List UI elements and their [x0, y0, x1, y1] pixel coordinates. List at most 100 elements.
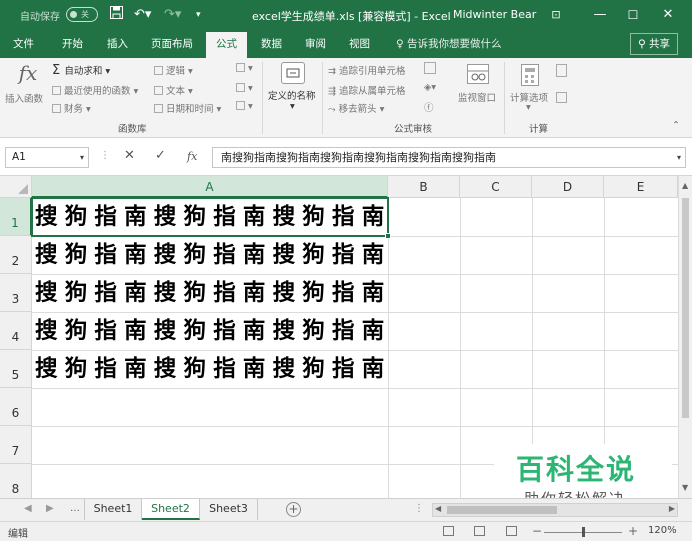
formula-input[interactable]: 南搜狗指南搜狗指南搜狗指南搜狗指南搜狗指南搜狗指南 ▾: [212, 147, 686, 168]
column-header-b[interactable]: B: [388, 176, 460, 198]
chevron-down-icon: ▾: [376, 104, 385, 115]
evaluate-formula-icon[interactable]: ⓕ: [424, 100, 434, 114]
error-checking-icon[interactable]: ◈▾: [424, 82, 436, 93]
cell-a4[interactable]: 搜狗指南搜狗指南搜狗指南: [32, 312, 388, 350]
customize-quick-access-icon[interactable]: ▾: [196, 6, 201, 24]
add-sheet-icon[interactable]: +: [286, 502, 301, 517]
remove-arrows-button[interactable]: ⤳ 移去箭头 ▾: [328, 101, 384, 115]
more-functions-icon: [236, 101, 245, 110]
page-break-view-icon[interactable]: [506, 526, 517, 536]
scroll-down-icon[interactable]: ▼: [682, 483, 688, 492]
prev-sheet-icon[interactable]: ◀: [24, 503, 32, 514]
watch-window-button[interactable]: 监视窗口: [458, 90, 496, 104]
select-all-button[interactable]: [0, 176, 32, 198]
zoom-level[interactable]: 120%: [648, 525, 677, 536]
logical-button[interactable]: 逻辑 ▾: [154, 63, 193, 77]
math-trig-button[interactable]: ▾: [236, 83, 253, 94]
cell-a3[interactable]: 搜狗指南搜狗指南搜狗指南: [32, 274, 388, 312]
row-header-3[interactable]: 3: [0, 274, 32, 312]
scroll-right-icon[interactable]: ▶: [669, 504, 675, 513]
autosave-toggle[interactable]: 关: [66, 7, 98, 22]
minimize-icon[interactable]: —: [588, 4, 612, 26]
status-mode: 编辑: [8, 529, 28, 540]
tab-insert[interactable]: 插入: [107, 36, 128, 51]
tab-splitter-icon[interactable]: ⋮: [414, 503, 424, 514]
lightbulb-icon: ♀: [396, 38, 408, 50]
cancel-icon[interactable]: ✕: [124, 148, 135, 163]
calculator-icon[interactable]: [521, 64, 539, 86]
scroll-up-icon[interactable]: ▲: [682, 181, 688, 190]
fx-icon[interactable]: fx: [14, 61, 42, 85]
sheet-tab-sheet2[interactable]: Sheet2: [142, 499, 200, 520]
horizontal-scrollbar[interactable]: ◀ ▶: [432, 503, 678, 517]
enter-icon[interactable]: ✓: [155, 148, 166, 163]
column-header-a[interactable]: A: [32, 176, 388, 198]
sheet-tab-sheet1[interactable]: Sheet1: [84, 499, 142, 520]
show-formulas-icon[interactable]: [424, 62, 439, 76]
cell-a2[interactable]: 搜狗指南搜狗指南搜狗指南: [32, 236, 388, 274]
tab-data[interactable]: 数据: [261, 36, 282, 51]
ribbon-display-options-icon[interactable]: ⊡: [544, 4, 568, 26]
save-icon[interactable]: [110, 6, 123, 25]
row-header-7[interactable]: 7: [0, 426, 32, 464]
tab-formulas[interactable]: 公式: [206, 32, 247, 58]
user-name[interactable]: Midwinter Bear: [453, 8, 536, 21]
hscroll-thumb[interactable]: [447, 506, 557, 514]
share-button[interactable]: ⚲ 共享: [630, 33, 678, 55]
lookup-reference-button[interactable]: ▾: [236, 63, 253, 74]
redo-icon[interactable]: ↷▾: [164, 6, 181, 24]
vertical-scrollbar[interactable]: ▲ ▼: [678, 176, 692, 498]
define-name-button[interactable]: 定义的名称: [268, 88, 316, 102]
expand-formula-icon[interactable]: ▾: [677, 148, 681, 167]
trace-dependents-button[interactable]: ⇶ 追踪从属单元格: [328, 83, 406, 97]
trace-precedents-button[interactable]: ⇉ 追踪引用单元格: [328, 63, 406, 77]
date-time-button[interactable]: 日期和时间 ▾: [154, 101, 221, 115]
calculate-sheet-icon[interactable]: [556, 92, 570, 105]
name-box[interactable]: A1 ▾: [5, 147, 89, 168]
row-header-1[interactable]: 1: [0, 198, 32, 236]
row-header-6[interactable]: 6: [0, 388, 32, 426]
cell-a5[interactable]: 搜狗指南搜狗指南搜狗指南: [32, 350, 388, 388]
recently-used-button[interactable]: 最近使用的函数 ▾: [52, 83, 138, 97]
scroll-thumb[interactable]: [682, 198, 689, 418]
text-icon: [154, 86, 163, 95]
splitter-handle[interactable]: ⋮: [100, 150, 110, 161]
fill-handle[interactable]: [385, 233, 391, 239]
insert-function-button[interactable]: 插入函数: [5, 91, 43, 105]
column-header-c[interactable]: C: [460, 176, 532, 198]
text-button[interactable]: 文本 ▾: [154, 83, 193, 97]
tab-home[interactable]: 开始: [62, 36, 83, 51]
scroll-left-icon[interactable]: ◀: [435, 504, 441, 513]
tab-page-layout[interactable]: 页面布局: [151, 36, 193, 51]
sheet-options-icon[interactable]: …: [70, 503, 80, 514]
watch-window-icon[interactable]: [467, 64, 489, 84]
column-header-d[interactable]: D: [532, 176, 604, 198]
row-header-5[interactable]: 5: [0, 350, 32, 388]
financial-button[interactable]: 财务 ▾: [52, 101, 91, 115]
zoom-out-icon[interactable]: −: [532, 524, 542, 538]
row-header-4[interactable]: 4: [0, 312, 32, 350]
name-tag-icon[interactable]: [281, 62, 305, 84]
next-sheet-icon[interactable]: ▶: [46, 503, 54, 514]
tab-review[interactable]: 审阅: [305, 36, 326, 51]
zoom-in-icon[interactable]: +: [628, 524, 638, 538]
page-layout-view-icon[interactable]: [474, 526, 485, 536]
zoom-slider-knob[interactable]: [582, 527, 585, 537]
more-functions-button[interactable]: ▾: [236, 101, 253, 112]
tell-me-search[interactable]: ♀ 告诉我你想要做什么: [396, 36, 502, 51]
tab-file[interactable]: 文件: [13, 36, 34, 51]
close-icon[interactable]: ✕: [656, 4, 680, 26]
tab-view[interactable]: 视图: [349, 36, 370, 51]
calculate-now-icon[interactable]: [556, 64, 570, 79]
undo-icon[interactable]: ↶▾: [134, 6, 151, 24]
collapse-ribbon-icon[interactable]: ⌃: [672, 120, 680, 131]
sheet-tab-sheet3[interactable]: Sheet3: [200, 499, 258, 520]
normal-view-icon[interactable]: [443, 526, 454, 536]
autosum-button[interactable]: Σ 自动求和 ▾: [52, 63, 110, 78]
row-header-8[interactable]: 8: [0, 464, 32, 498]
maximize-icon[interactable]: ☐: [621, 4, 645, 26]
column-header-e[interactable]: E: [604, 176, 678, 198]
insert-function-icon[interactable]: fx: [187, 150, 197, 163]
recently-used-label: 最近使用的函数: [64, 86, 131, 97]
row-header-2[interactable]: 2: [0, 236, 32, 274]
